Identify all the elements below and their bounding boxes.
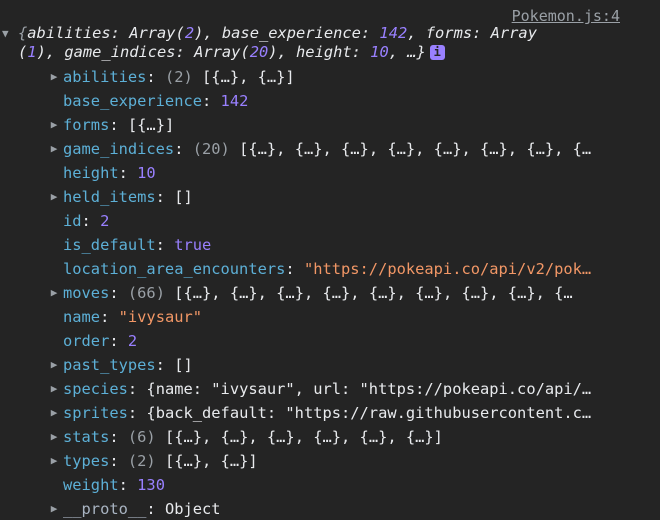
property-value: {back_default: "https://raw.githubuserco… [146, 404, 592, 422]
property-value: [] [174, 188, 193, 206]
property-value: [{…}, {…}] [202, 68, 295, 86]
property-value: Object [164, 500, 221, 518]
property-row-past-types[interactable]: ▶ past_types: [] [0, 353, 633, 377]
property-row---proto--[interactable]: ▶ __proto__: Object [0, 497, 633, 520]
triangle-right-icon[interactable]: ▶ [48, 353, 60, 377]
property-value: [{…}, {…}, {…}, {…}, {…}, {…}, {…}, {…},… [174, 284, 573, 302]
triangle-right-icon[interactable]: ▶ [48, 65, 60, 89]
property-value: 10 [137, 164, 156, 182]
property-key: game_indices [63, 140, 175, 158]
property-key: is_default [63, 236, 156, 254]
property-key: sprites [63, 404, 128, 422]
property-key: types [63, 452, 110, 470]
triangle-right-icon[interactable]: ▶ [48, 449, 60, 473]
property-value: 2 [100, 212, 110, 230]
property-key: abilities [63, 68, 147, 86]
triangle-right-icon[interactable]: ▶ [48, 401, 60, 425]
property-row-abilities[interactable]: ▶ abilities: (2) [{…}, {…}] [0, 65, 633, 89]
property-row-stats[interactable]: ▶ stats: (6) [{…}, {…}, {…}, {…}, {…}, {…… [0, 425, 633, 449]
property-value: "https://pokeapi.co/api/v2/pok… [303, 260, 592, 278]
property-key: __proto__ [63, 500, 147, 518]
property-value: [{…}, {…}, {…}, {…}, {…}, {…}] [164, 428, 443, 446]
property-value: 130 [137, 476, 165, 494]
array-length: (2) [127, 452, 165, 470]
property-key: id [63, 212, 82, 230]
property-key: name [63, 308, 101, 326]
property-key: order [63, 332, 110, 350]
property-key: weight [63, 476, 119, 494]
property-key: moves [63, 284, 110, 302]
triangle-right-icon[interactable]: ▶ [48, 137, 60, 161]
triangle-right-icon[interactable]: ▶ [48, 497, 60, 520]
object-summary[interactable]: ▼ {abilities: Array(2), base_experience:… [2, 24, 638, 62]
property-key: forms [63, 116, 110, 134]
triangle-right-icon[interactable]: ▶ [48, 281, 60, 305]
property-value: "ivysaur" [118, 308, 203, 326]
property-row-is-default: is_default: true [63, 236, 212, 254]
triangle-right-icon[interactable]: ▶ [48, 113, 60, 137]
property-key: past_types [63, 356, 156, 374]
array-length: (20) [192, 140, 240, 158]
property-value: [] [174, 356, 193, 374]
property-row-weight: weight: 130 [63, 476, 165, 494]
property-row-moves[interactable]: ▶ moves: (66) [{…}, {…}, {…}, {…}, {…}, {… [0, 281, 633, 305]
property-row-order: order: 2 [63, 332, 138, 350]
property-key: stats [63, 428, 110, 446]
array-length: (2) [164, 68, 203, 86]
property-value: [{…}, {…}, {…}, {…}, {…}, {…}, {…}, {… [239, 140, 592, 158]
array-length: (6) [127, 428, 165, 446]
property-value: 142 [220, 92, 249, 110]
property-value: 2 [127, 332, 138, 350]
property-key: base_experience [63, 92, 202, 110]
object-summary-line-2: (1), game_indices: Array(20), height: 10… [18, 43, 638, 62]
source-file-link[interactable]: Pokemon.js:4 [512, 7, 620, 25]
property-row-held-items[interactable]: ▶ held_items: [] [0, 185, 633, 209]
array-length: (66) [127, 284, 175, 302]
triangle-right-icon[interactable]: ▶ [48, 185, 60, 209]
property-row-sprites[interactable]: ▶ sprites: {back_default: "https://raw.gi… [0, 401, 633, 425]
property-row-height: height: 10 [63, 164, 156, 182]
property-key: location_area_encounters [63, 260, 286, 278]
property-row-types[interactable]: ▶ types: (2) [{…}, {…}] [0, 449, 633, 473]
property-value: {name: "ivysaur", url: "https://pokeapi.… [146, 380, 592, 398]
property-value: [{…}, {…}] [164, 452, 258, 470]
property-row-id: id: 2 [63, 212, 110, 230]
property-key: height [63, 164, 119, 182]
triangle-down-icon[interactable]: ▼ [2, 24, 9, 43]
property-row-game-indices[interactable]: ▶ game_indices: (20) [{…}, {…}, {…}, {…},… [0, 137, 633, 161]
property-key: species [63, 380, 128, 398]
property-row-name: name: "ivysaur" [63, 308, 203, 326]
triangle-right-icon[interactable]: ▶ [48, 377, 60, 401]
property-row-location-area-encounters: location_area_encounters: "https://pokea… [63, 260, 592, 278]
property-row-species[interactable]: ▶ species: {name: "ivysaur", url: "https:… [0, 377, 633, 401]
object-summary-line-1: {abilities: Array(2), base_experience: 1… [18, 24, 537, 42]
property-row-base-experience: base_experience: 142 [63, 92, 249, 110]
property-row-forms[interactable]: ▶ forms: [{…}] [0, 113, 633, 137]
property-list: ▶ abilities: (2) [{…}, {…}] base_experienc… [0, 65, 660, 520]
triangle-right-icon[interactable]: ▶ [48, 425, 60, 449]
info-icon[interactable]: i [429, 45, 445, 60]
property-value: true [174, 236, 212, 254]
property-key: held_items [63, 188, 156, 206]
property-value: [{…}] [127, 116, 175, 134]
